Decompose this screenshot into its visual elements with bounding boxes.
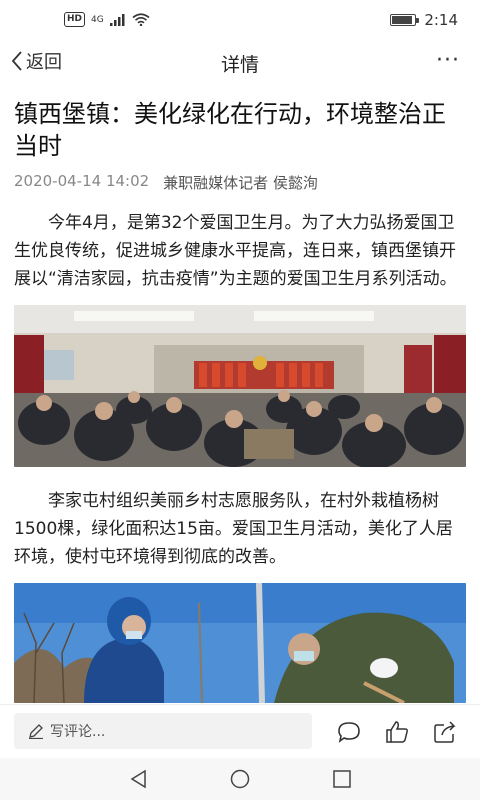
- thumbs-up-icon[interactable]: [384, 719, 410, 745]
- article-content[interactable]: 镇西堡镇：美化绿化在行动，环境整治正当时 2020-04-14 14:02 兼职…: [0, 84, 480, 704]
- share-icon[interactable]: [432, 719, 458, 745]
- wifi-icon: [132, 13, 150, 26]
- home-circle-icon[interactable]: [229, 768, 251, 790]
- meeting-photo[interactable]: [14, 305, 466, 469]
- comment-placeholder: 写评论...: [50, 724, 106, 740]
- system-nav-bar: [0, 758, 480, 800]
- article-meta: 2020-04-14 14:02 兼职融媒体记者 侯懿洵: [0, 162, 480, 193]
- clock: 2:14: [424, 11, 458, 29]
- more-options-icon[interactable]: ···: [436, 48, 460, 73]
- article-author: 兼职融媒体记者 侯懿洵: [163, 174, 318, 192]
- article-date: 2020-04-14 14:02: [14, 172, 150, 190]
- signal-icon: [109, 13, 125, 26]
- comment-input[interactable]: 写评论...: [14, 713, 312, 749]
- network-label: 4G: [91, 14, 104, 25]
- bottom-action-bar: 写评论...: [0, 704, 480, 759]
- nav-bar: 返回 详情 ···: [0, 42, 480, 84]
- status-bar: HD 4G 2:14: [0, 0, 480, 42]
- hd-badge: HD: [64, 12, 86, 27]
- battery-icon: [390, 14, 420, 26]
- back-triangle-icon[interactable]: [128, 768, 150, 790]
- article-headline: 镇西堡镇：美化绿化在行动，环境整治正当时: [14, 100, 446, 160]
- battery-level: [392, 16, 412, 24]
- page-title: 详情: [220, 54, 259, 76]
- recents-square-icon[interactable]: [331, 768, 353, 790]
- article-paragraph-2: 李家屯村组织美丽乡村志愿服务队，在村外栽植杨树1500棵，绿化面积达15亩。爱国…: [14, 491, 453, 567]
- comment-bubble-icon[interactable]: [336, 719, 362, 745]
- tree-planting-photo[interactable]: [14, 582, 466, 704]
- status-right: 2:14: [390, 11, 458, 29]
- article-paragraph-1: 今年4月，是第32个爱国卫生月。为了大力弘扬爱国卫生优良传统，促进城乡健康水平提…: [14, 213, 457, 289]
- status-left: HD 4G: [64, 12, 150, 27]
- pencil-icon: [29, 724, 43, 739]
